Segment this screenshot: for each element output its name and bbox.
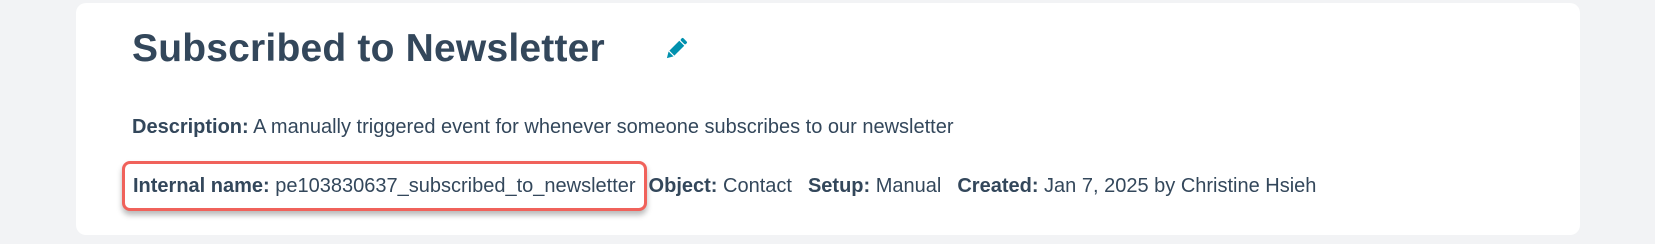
description-line: Description: A manually triggered event … [132, 114, 954, 140]
metadata-line: Internal name: pe103830637_subscribed_to… [122, 161, 1316, 211]
internal-name-label: Internal name: [133, 175, 270, 197]
object-field: Object: Contact [649, 173, 792, 199]
event-details-card: Subscribed to Newsletter Description: A … [76, 3, 1580, 235]
internal-name-highlight: Internal name: pe103830637_subscribed_to… [122, 161, 647, 211]
setup-value: Manual [875, 175, 942, 197]
description-value: A manually triggered event for whenever … [253, 116, 954, 138]
internal-name-value: pe103830637_subscribed_to_newsletter [275, 175, 636, 197]
created-value: Jan 7, 2025 by Christine Hsieh [1044, 175, 1317, 197]
setup-label: Setup: [807, 175, 871, 197]
title-row: Subscribed to Newsletter [132, 25, 691, 73]
created-field: Created: Jan 7, 2025 by Christine Hsieh [957, 173, 1316, 199]
event-title: Subscribed to Newsletter [132, 27, 605, 70]
setup-field: Setup: Manual [808, 173, 941, 199]
object-label: Object: [648, 175, 718, 197]
description-label: Description: [132, 116, 249, 138]
pencil-icon[interactable] [661, 34, 691, 64]
created-label: Created: [957, 175, 1039, 197]
object-value: Contact [723, 175, 792, 197]
